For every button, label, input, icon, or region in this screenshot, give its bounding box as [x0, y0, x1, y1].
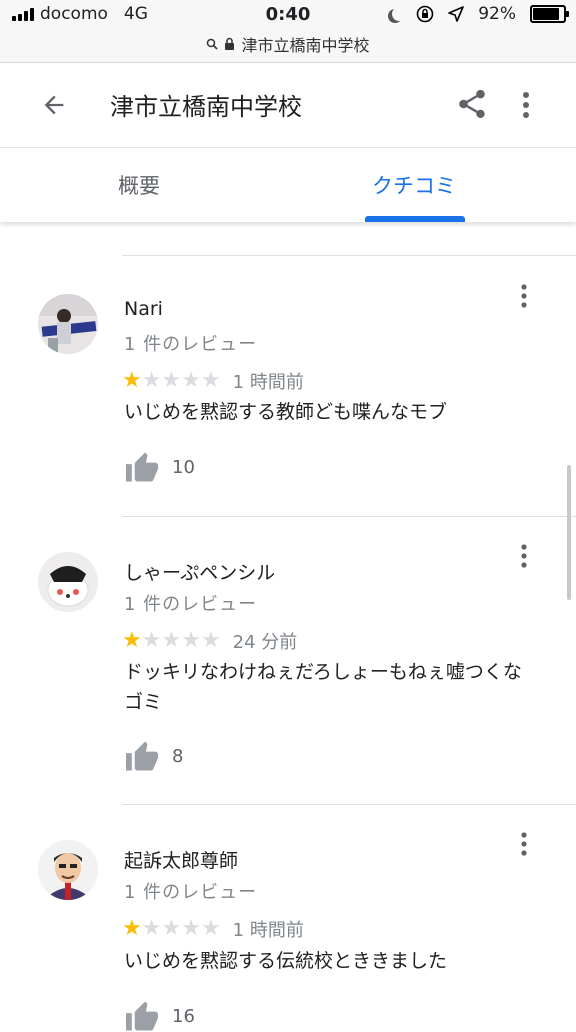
star-empty-icon: ★ — [200, 368, 221, 393]
review-time: 24 分前 — [232, 632, 298, 653]
like-button[interactable]: 8 — [124, 740, 183, 772]
do-not-disturb-icon — [392, 7, 406, 21]
thumbs-up-icon — [126, 1001, 158, 1031]
star-empty-icon: ★ — [181, 916, 201, 941]
battery-icon — [530, 5, 569, 23]
status-right: 92% — [388, 4, 569, 24]
star-empty-icon: ★ — [141, 368, 162, 393]
like-count: 16 — [172, 1005, 195, 1027]
review-count: 1 件のレビュー — [124, 882, 258, 903]
like-count: 10 — [172, 456, 195, 478]
thumbs-up-icon — [126, 741, 158, 771]
more-vert-icon — [521, 832, 527, 856]
star-empty-icon: ★ — [141, 916, 162, 941]
more-vert-icon — [521, 544, 527, 568]
share-button[interactable] — [455, 87, 489, 121]
reviewer-name[interactable]: Nari — [124, 298, 163, 320]
star-empty-icon: ★ — [141, 628, 162, 653]
like-button[interactable]: 16 — [124, 1000, 195, 1032]
divider — [122, 516, 576, 517]
review-card: Nari 1 件のレビュー ★ ★ ★ ★ ★ 1 時間前 いじめを黙認する教師… — [0, 280, 576, 516]
review-count: 1 件のレビュー — [124, 334, 258, 355]
tab-reviews[interactable]: クチコミ — [372, 170, 456, 200]
arrow-back-icon — [44, 95, 64, 115]
page-title: 津市立橋南中学校 — [110, 93, 302, 121]
avatar[interactable] — [38, 552, 98, 612]
review-menu-button[interactable] — [514, 543, 534, 569]
star-empty-icon: ★ — [161, 368, 182, 393]
tab-bar: 概要 クチコミ — [0, 148, 576, 222]
star-empty-icon: ★ — [161, 916, 182, 941]
lock-icon — [225, 37, 235, 50]
reviewer-photo — [38, 552, 98, 612]
review-text: いじめを黙認する教師ども喋んなモブ — [124, 401, 448, 423]
review-menu-button[interactable] — [514, 831, 534, 857]
star-filled-icon: ★ — [122, 368, 142, 393]
review-card: 起訴太郎尊師 1 件のレビュー ★ ★ ★ ★ ★ 1 時間前 いじめを黙認する… — [0, 828, 576, 1031]
review-time: 1 時間前 — [232, 372, 304, 393]
tab-overview[interactable]: 概要 — [118, 170, 160, 200]
like-button[interactable]: 10 — [124, 451, 195, 483]
status-bar: docomo 4G 0:40 92% 津市立橋南中学校 — [0, 0, 576, 63]
share-icon — [459, 89, 485, 119]
divider — [122, 804, 576, 805]
overflow-menu-button[interactable] — [512, 87, 540, 123]
star-filled-icon: ★ — [122, 916, 142, 941]
star-empty-icon: ★ — [181, 368, 201, 393]
review-time: 1 時間前 — [232, 920, 304, 941]
avatar[interactable] — [38, 294, 98, 354]
star-empty-icon: ★ — [161, 628, 182, 653]
review-menu-button[interactable] — [514, 283, 534, 309]
review-card: しゃーぷペンシル 1 件のレビュー ★ ★ ★ ★ ★ 24 分前 ドッキリなわ… — [0, 540, 576, 804]
rating: ★ ★ ★ ★ ★ 1 時間前 — [122, 368, 304, 394]
scrollbar[interactable] — [567, 465, 571, 600]
reviewer-photo — [38, 294, 98, 354]
star-filled-icon: ★ — [122, 628, 142, 653]
back-button[interactable] — [36, 87, 72, 123]
like-count: 8 — [172, 745, 184, 767]
star-empty-icon: ★ — [200, 916, 221, 941]
orientation-lock-icon — [416, 5, 434, 23]
url-text: 津市立橋南中学校 — [241, 36, 370, 55]
star-empty-icon: ★ — [200, 628, 221, 653]
avatar[interactable] — [38, 840, 98, 900]
rating: ★ ★ ★ ★ ★ 1 時間前 — [122, 916, 304, 942]
review-text: いじめを黙認する伝統校とききました — [124, 950, 448, 972]
review-count: 1 件のレビュー — [124, 594, 258, 615]
rating: ★ ★ ★ ★ ★ 24 分前 — [122, 628, 297, 654]
reviewer-photo — [38, 840, 98, 900]
review-text: ドッキリなわけねぇだろしょーもねぇ嘘つくなゴミ — [124, 661, 522, 713]
reviewer-name[interactable]: しゃーぷペンシル — [124, 558, 275, 585]
star-empty-icon: ★ — [181, 628, 201, 653]
app-header: 津市立橋南中学校 — [0, 63, 576, 148]
url-bar[interactable]: 津市立橋南中学校 — [0, 32, 576, 56]
battery-percent: 92% — [478, 4, 516, 24]
more-vert-icon — [521, 284, 527, 308]
search-icon — [207, 38, 219, 50]
divider — [122, 255, 576, 256]
more-vert-icon — [523, 92, 529, 118]
thumbs-up-icon — [126, 452, 158, 482]
location-arrow-icon — [448, 6, 465, 22]
active-tab-indicator — [365, 216, 465, 222]
reviewer-name[interactable]: 起訴太郎尊師 — [124, 846, 238, 873]
